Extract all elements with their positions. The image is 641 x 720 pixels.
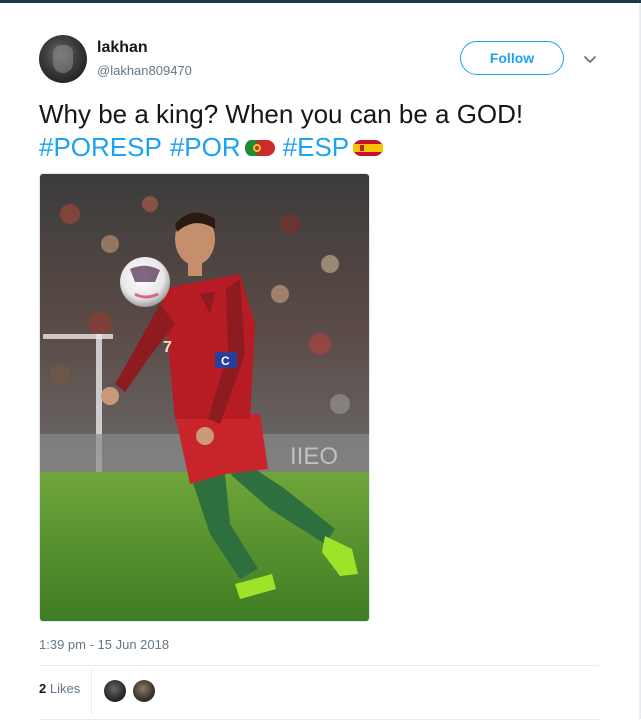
user-handle[interactable]: @lakhan809470 <box>97 63 192 78</box>
avatar-hand-shape <box>53 45 73 73</box>
divider <box>39 665 599 666</box>
follow-button[interactable]: Follow <box>460 41 564 75</box>
hashtag-poresp[interactable]: #PORESP <box>39 131 162 164</box>
svg-text:7: 7 <box>163 339 172 356</box>
football-player-photo: IIEO C 7 <box>40 174 369 621</box>
tweet-body-text: Why be a king? When you can be a GOD! <box>39 99 524 129</box>
svg-text:C: C <box>221 354 230 368</box>
hashtag-esp[interactable]: #ESP <box>283 131 350 164</box>
liker-avatar[interactable] <box>133 680 155 702</box>
tweet-timestamp[interactable]: 1:39 pm - 15 Jun 2018 <box>39 637 169 652</box>
likes-label: Likes <box>49 681 81 696</box>
portugal-flag-icon <box>244 139 275 156</box>
spain-flag-icon <box>353 139 384 156</box>
likes-count[interactable]: 2 Likes <box>39 681 80 696</box>
chevron-down-icon[interactable] <box>582 51 598 67</box>
tweet-text: Why be a king? When you can be a GOD! #P… <box>39 98 599 164</box>
likes-separator <box>91 668 92 714</box>
user-avatar[interactable] <box>39 35 87 83</box>
hashtag-line: #PORESP #POR #ESP <box>39 131 599 164</box>
liker-avatar[interactable] <box>104 680 126 702</box>
hashtag-por[interactable]: #POR <box>170 131 241 164</box>
likes-number: 2 <box>39 681 47 696</box>
svg-text:IIEO: IIEO <box>290 443 338 470</box>
tweet-media-photo[interactable]: IIEO C 7 <box>39 173 370 622</box>
user-name[interactable]: lakhan <box>97 39 148 57</box>
tweet-card: lakhan @lakhan809470 Follow Why be a kin… <box>0 3 639 720</box>
